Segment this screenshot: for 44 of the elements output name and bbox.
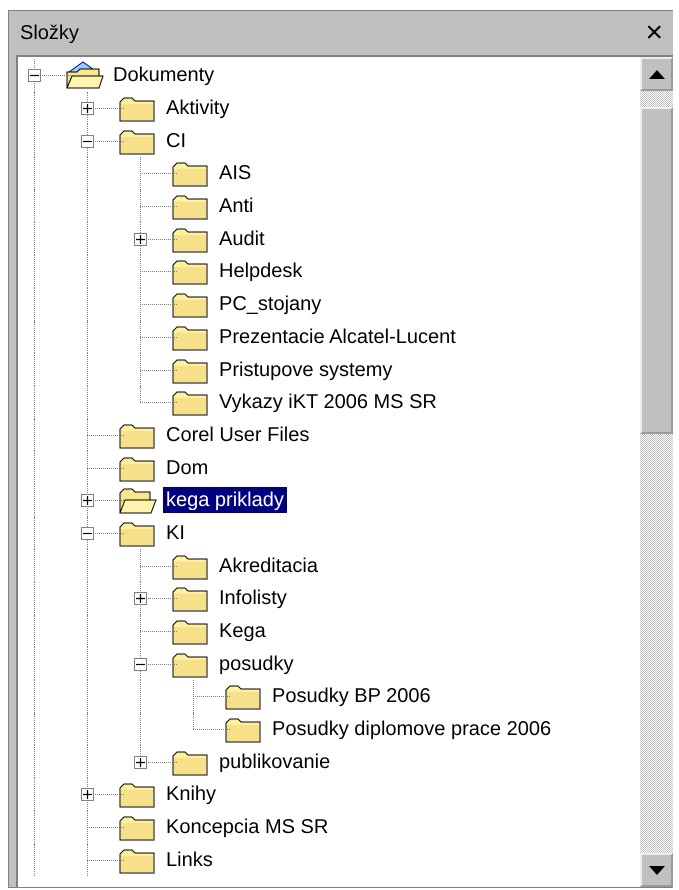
folder-item[interactable]: Infolisty [216,585,290,612]
folder-item[interactable]: Dokumenty [110,62,218,88]
folder-item[interactable]: KI [163,520,188,546]
expand-toggle[interactable] [134,592,147,606]
expand-toggle[interactable] [81,102,94,116]
folder-item[interactable]: Prezentacie Alcatel-Lucent [216,324,459,350]
folder-item[interactable]: Dom [163,454,212,481]
expand-toggle[interactable] [134,756,147,769]
folder-item[interactable]: publikovanie [216,748,334,775]
up-arrow-icon [648,70,664,78]
close-button[interactable]: × [641,18,667,48]
collapse-toggle[interactable] [28,69,41,82]
folder-item[interactable]: Koncepcia MS SR [163,814,332,840]
folder-item[interactable]: Aktivity [163,95,232,122]
folder-item[interactable]: Vykazy iKT 2006 MS SR [216,389,440,416]
scroll-up-button[interactable] [640,57,673,91]
documents-folder-icon [65,60,105,90]
collapse-toggle[interactable] [81,526,94,540]
expand-toggle[interactable] [134,232,147,246]
expand-toggle[interactable] [81,494,94,508]
panel-title: Složky [20,21,79,46]
folder-item[interactable]: AIS [216,160,254,186]
folder-item[interactable]: PC_stojany [216,291,324,318]
folder-item[interactable]: Kega [216,618,269,644]
down-arrow-icon [648,866,664,874]
scroll-thumb[interactable] [640,107,673,434]
folder-item[interactable]: posudky [216,650,296,677]
collapse-toggle[interactable] [134,658,147,671]
folder-item[interactable]: Anti [216,193,256,220]
folder-item[interactable]: kega priklady [163,487,287,514]
folder-item[interactable]: Corel User Files [163,422,312,448]
folder-item[interactable]: Links [163,846,216,873]
folder-item[interactable]: Pristupove systemy [216,356,396,383]
scroll-down-button[interactable] [640,853,673,887]
expand-toggle[interactable] [81,788,94,802]
folder-item[interactable]: Helpdesk [216,258,306,284]
folder-item[interactable]: Audit [216,226,268,252]
folder-item[interactable]: Akreditacia [216,552,321,579]
folder-item[interactable]: Posudky diplomove prace 2006 [269,716,554,742]
folder-item[interactable]: Knihy [163,781,220,808]
folder-item[interactable]: Posudky BP 2006 [269,683,434,710]
scrollbar[interactable] [640,57,673,887]
collapse-toggle[interactable] [81,134,94,148]
folder-item[interactable]: CI [163,128,189,154]
